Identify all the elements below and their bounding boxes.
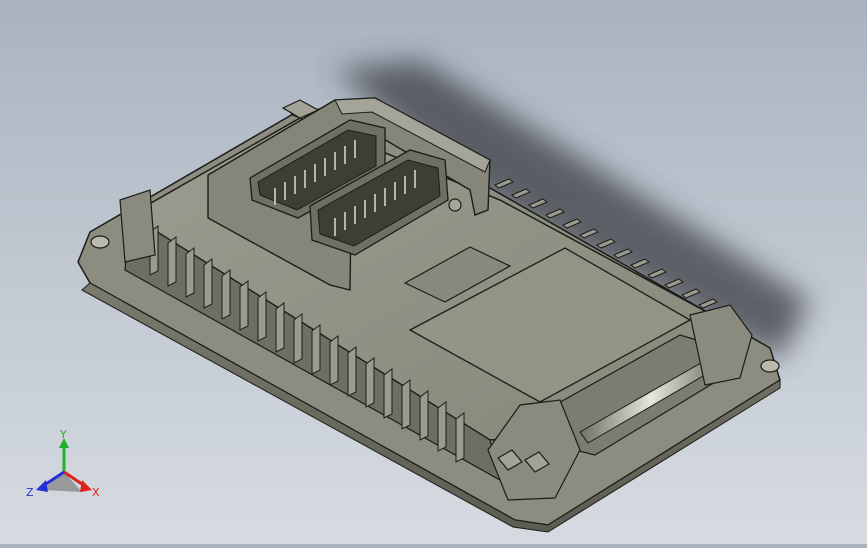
y-axis-label: Y — [59, 428, 67, 441]
z-axis-arrow — [36, 480, 48, 492]
z-axis-label: Z — [26, 486, 34, 499]
x-axis-arrow — [80, 480, 92, 492]
ecu-housing-model[interactable] — [0, 0, 867, 544]
graphics-viewport[interactable]: Y X Z — [0, 0, 867, 544]
x-axis-label: X — [92, 486, 100, 499]
screw-boss — [448, 198, 462, 212]
orientation-triad: Y X Z — [26, 428, 100, 499]
